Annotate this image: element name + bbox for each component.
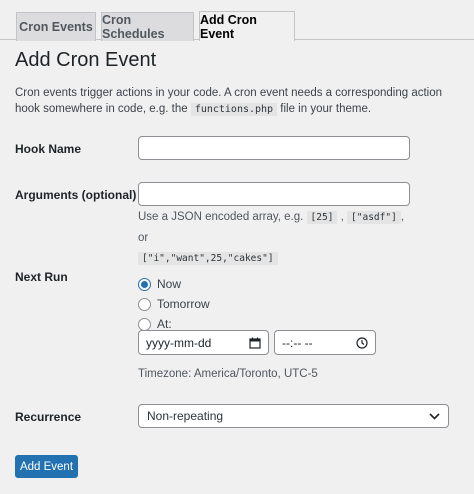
next-run-label: Next Run [15, 270, 68, 284]
chevron-down-icon [429, 412, 440, 420]
hook-name-input[interactable] [138, 136, 410, 160]
recurrence-select[interactable]: Non-repeating [138, 404, 449, 428]
radio-button-checked[interactable] [138, 277, 151, 291]
arguments-label: Arguments (optional) [15, 188, 137, 202]
time-input[interactable]: --:-- -- [274, 330, 376, 355]
calendar-icon[interactable] [249, 337, 261, 349]
arguments-help: Use a JSON encoded array, e.g. [25] , ["… [138, 207, 408, 269]
example-code-1: [25] [306, 211, 338, 224]
tab-cron-events[interactable]: Cron Events [16, 12, 96, 41]
description-text-end: file in your theme. [277, 103, 372, 115]
page-title: Add Cron Event [15, 49, 157, 71]
recurrence-label: Recurrence [15, 410, 82, 424]
hook-name-label: Hook Name [15, 142, 82, 156]
example-code-3: ["i","want",25,"cakes"] [138, 252, 278, 265]
date-input[interactable]: yyyy-mm-dd [138, 330, 269, 355]
help-text: Use a JSON encoded array, e.g. [138, 211, 307, 223]
date-placeholder: yyyy-mm-dd [146, 335, 212, 350]
timezone-note: Timezone: America/Toronto, UTC-5 [138, 368, 318, 380]
clock-icon[interactable] [356, 336, 368, 349]
radio-label-now: Now [157, 277, 182, 291]
recurrence-selected-value: Non-repeating [147, 409, 224, 423]
tab-cron-schedules[interactable]: Cron Schedules [101, 12, 194, 41]
radio-button[interactable] [138, 317, 151, 331]
add-event-button[interactable]: Add Event [15, 455, 78, 478]
code-snippet: functions.php [190, 103, 278, 116]
tab-bar: Cron Events Cron Schedules Add Cron Even… [0, 0, 474, 41]
time-placeholder: --:-- -- [282, 335, 313, 350]
arguments-input[interactable] [138, 182, 410, 206]
radio-now[interactable]: Now [138, 277, 181, 291]
radio-at[interactable]: At: [138, 317, 172, 331]
radio-label-tomorrow: Tomorrow [157, 297, 210, 311]
help-separator-1: , [340, 211, 344, 223]
radio-tomorrow[interactable]: Tomorrow [138, 297, 210, 311]
tab-add-cron-event[interactable]: Add Cron Event [199, 11, 295, 41]
radio-label-at: At: [157, 317, 172, 331]
example-code-2: ["asdf"] [347, 211, 401, 224]
radio-button[interactable] [138, 297, 151, 311]
page-description: Cron events trigger actions in your code… [15, 85, 467, 118]
